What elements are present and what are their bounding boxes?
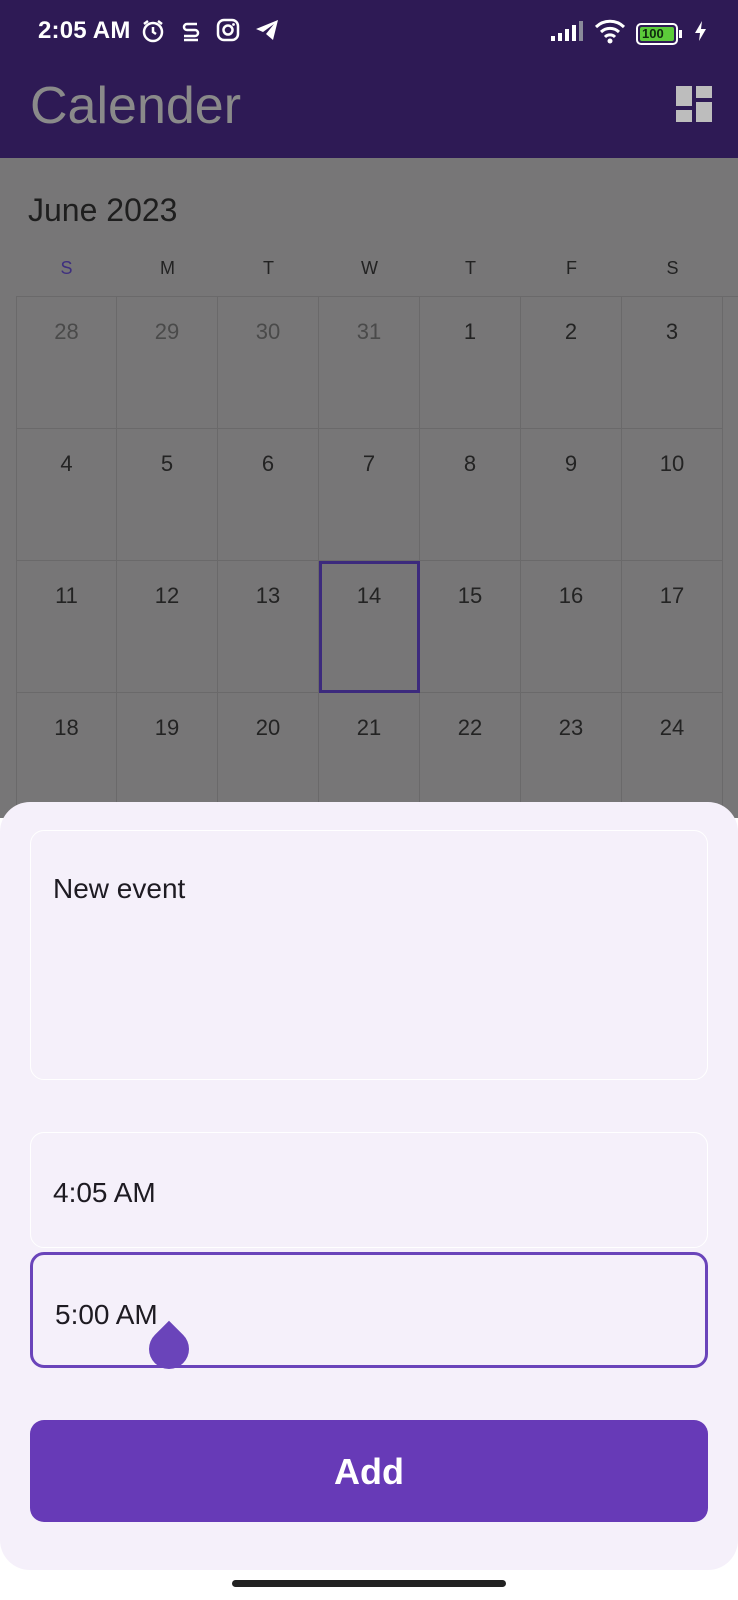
weekday-label: S xyxy=(666,258,679,278)
day-cell[interactable]: 16 xyxy=(521,561,622,693)
battery-icon: 100 xyxy=(636,22,684,45)
month-grid: 28 29 30 31 1 2 3 4 5 6 7 8 9 10 11 12 1… xyxy=(16,296,738,825)
weekday-label: W xyxy=(361,258,378,278)
day-cell[interactable]: 4 xyxy=(16,429,117,561)
end-time-value: 5:00 AM xyxy=(55,1299,158,1330)
charging-icon xyxy=(694,20,708,47)
gesture-nav-bar[interactable] xyxy=(232,1580,506,1587)
battery-level: 100 xyxy=(642,25,664,41)
dashboard-icon[interactable] xyxy=(676,86,712,122)
weekday-label: T xyxy=(465,258,476,278)
calendar-view: June 2023 S M T W T F S 28 29 30 31 1 2 … xyxy=(0,158,738,825)
alarm-icon xyxy=(140,18,166,49)
instagram-icon xyxy=(216,18,240,49)
event-title-value: New event xyxy=(53,873,186,904)
day-cell[interactable]: 31 xyxy=(319,297,420,429)
weekday-label: M xyxy=(160,258,175,278)
day-cell[interactable]: 3 xyxy=(622,297,723,429)
day-cell[interactable]: 5 xyxy=(117,429,218,561)
day-cell[interactable]: 9 xyxy=(521,429,622,561)
month-title: June 2023 xyxy=(28,192,178,228)
start-time-field[interactable]: 4:05 AM xyxy=(30,1132,708,1248)
add-button[interactable]: Add xyxy=(30,1420,708,1522)
end-time-field[interactable]: 5:00 AM xyxy=(30,1252,708,1378)
status-icons-right: 100 xyxy=(550,18,708,49)
add-event-sheet: New event 4:05 AM 5:00 AM Add xyxy=(0,802,738,1570)
day-cell[interactable]: 30 xyxy=(218,297,319,429)
app-bar: Calender xyxy=(0,66,738,158)
weekday-header: S M T W T F S xyxy=(16,258,738,290)
day-cell[interactable]: 1 xyxy=(420,297,521,429)
app-title: Calender xyxy=(30,77,242,135)
day-cell[interactable]: 17 xyxy=(622,561,723,693)
day-cell[interactable]: 13 xyxy=(218,561,319,693)
day-cell[interactable]: 8 xyxy=(420,429,521,561)
day-cell[interactable]: 6 xyxy=(218,429,319,561)
day-cell[interactable]: 15 xyxy=(420,561,521,693)
status-time: 2:05 AM xyxy=(38,17,131,44)
weekday-label: T xyxy=(263,258,274,278)
day-cell[interactable]: 12 xyxy=(117,561,218,693)
signal-icon xyxy=(550,20,584,47)
event-title-field[interactable]: New event xyxy=(30,830,708,1080)
day-cell[interactable]: 11 xyxy=(16,561,117,693)
day-cell[interactable]: 2 xyxy=(521,297,622,429)
s-logo-icon xyxy=(180,18,202,49)
telegram-icon xyxy=(254,18,280,49)
weekday-label: F xyxy=(566,258,577,278)
start-time-value: 4:05 AM xyxy=(53,1177,156,1208)
status-bar: 2:05 AM 100 xyxy=(0,0,738,66)
day-cell[interactable]: 29 xyxy=(117,297,218,429)
day-cell[interactable]: 10 xyxy=(622,429,723,561)
weekday-label: S xyxy=(60,258,73,278)
day-cell[interactable]: 28 xyxy=(16,297,117,429)
day-cell-selected[interactable]: 14 xyxy=(319,561,420,693)
day-cell[interactable]: 7 xyxy=(319,429,420,561)
status-icons-left xyxy=(140,18,280,49)
wifi-icon xyxy=(594,18,626,49)
